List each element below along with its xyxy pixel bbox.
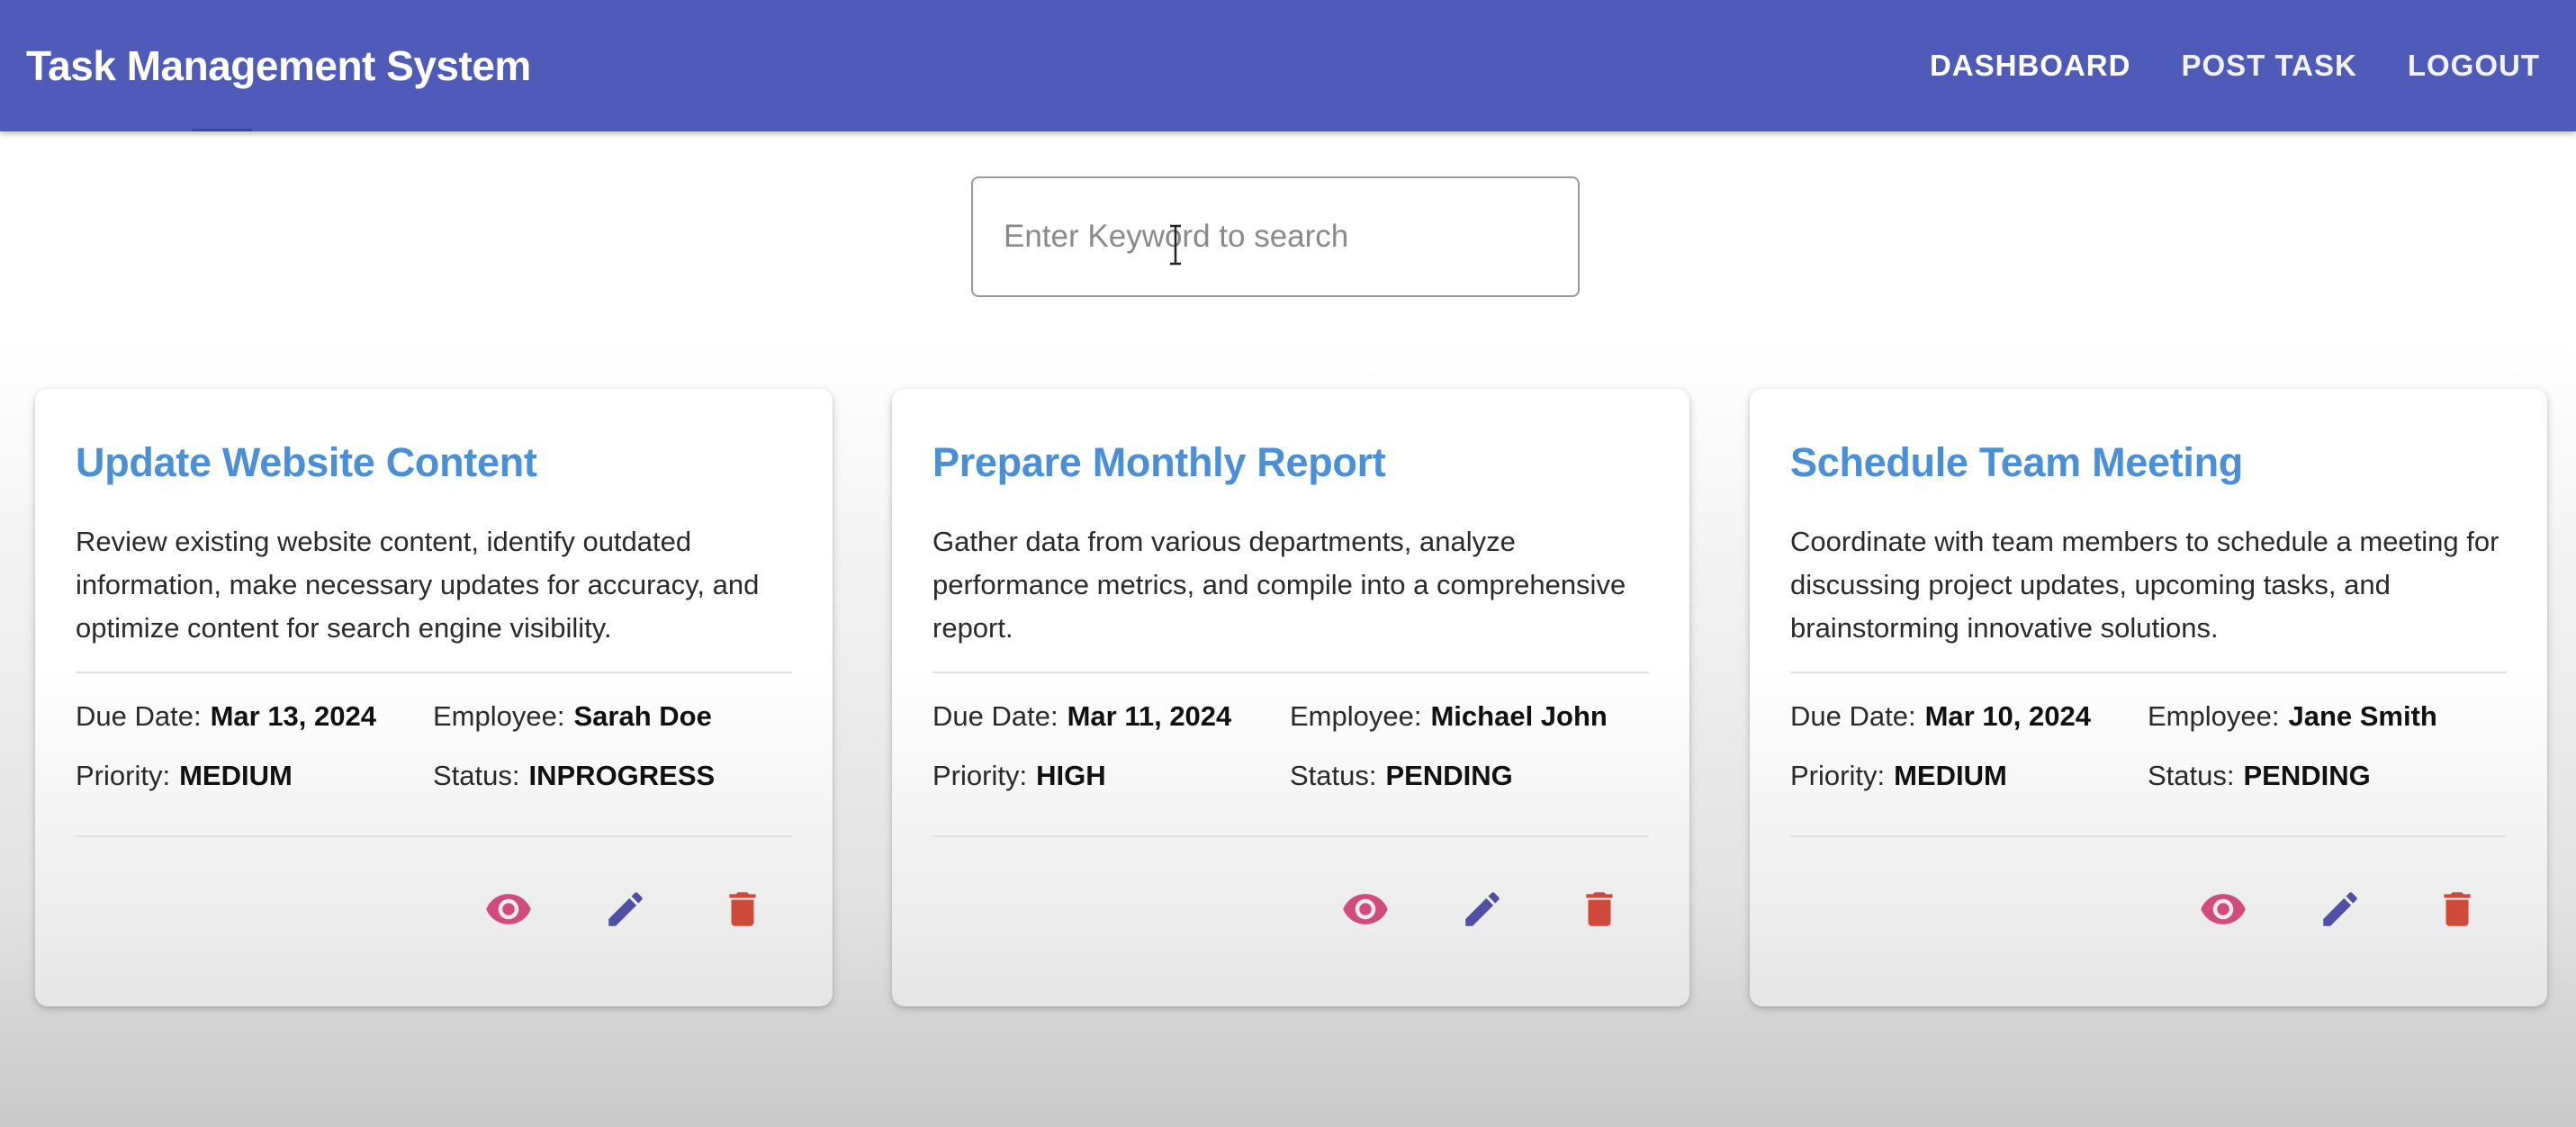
nav-logout[interactable]: LOGOUT [2408, 49, 2540, 83]
priority: Priority: MEDIUM [1790, 760, 2007, 792]
pencil-icon [2323, 892, 2357, 926]
edit-button[interactable] [2313, 882, 2367, 936]
divider [76, 672, 792, 673]
task-description: Review existing website content, identif… [76, 526, 760, 644]
employee-value: Michael John [1430, 700, 1608, 732]
priority: Priority: MEDIUM [76, 760, 293, 792]
task-title: Prepare Monthly Report [932, 439, 1386, 485]
employee-label: Employee: [1290, 700, 1422, 732]
priority: Priority: HIGH [932, 760, 1106, 792]
text-cursor-icon [1170, 224, 1181, 266]
employee-label: Employee: [2148, 700, 2280, 732]
status-value: PENDING [1385, 760, 1513, 791]
priority-label: Priority: [932, 760, 1028, 791]
task-description: Gather data from various departments, an… [932, 526, 1626, 644]
edit-button[interactable] [599, 882, 653, 936]
eye-icon [2201, 894, 2246, 924]
status-label: Status: [433, 760, 520, 791]
task-card: Prepare Monthly Report Gather data from … [892, 389, 1689, 1006]
status: Status: PENDING [2148, 760, 2371, 792]
view-button[interactable] [482, 882, 536, 936]
due-date-value: Mar 11, 2024 [1067, 700, 1232, 732]
delete-button[interactable] [1572, 882, 1626, 936]
divider [76, 835, 792, 837]
status: Status: PENDING [1290, 760, 1513, 792]
status-value: INPROGRESS [528, 760, 716, 791]
status-value: PENDING [2243, 760, 2371, 791]
delete-button[interactable] [2430, 882, 2484, 936]
priority-value: MEDIUM [1894, 760, 2007, 791]
edit-button[interactable] [1455, 882, 1509, 936]
status-label: Status: [2148, 760, 2235, 791]
due-date-value: Mar 13, 2024 [210, 700, 376, 732]
search-field[interactable] [971, 176, 1580, 297]
task-card: Schedule Team Meeting Coordinate with te… [1750, 389, 2547, 1006]
priority-label: Priority: [76, 760, 171, 791]
divider [932, 672, 1649, 673]
search-input[interactable] [973, 178, 1578, 295]
main-nav: DASHBOARD POST TASK LOGOUT [1930, 0, 2540, 131]
employee-value: Sarah Doe [573, 700, 712, 732]
view-button[interactable] [1338, 882, 1392, 936]
priority-label: Priority: [1790, 760, 1886, 791]
divider [1790, 672, 2507, 673]
due-date-label: Due Date: [1790, 700, 1916, 732]
status-label: Status: [1290, 760, 1377, 791]
trash-icon [2444, 892, 2471, 926]
view-button[interactable] [2196, 882, 2250, 936]
trash-icon [1586, 892, 1613, 926]
due-date-label: Due Date: [932, 700, 1058, 732]
pencil-icon [608, 892, 643, 926]
employee-label: Employee: [433, 700, 565, 732]
divider [1790, 835, 2507, 837]
priority-value: HIGH [1036, 760, 1106, 791]
trash-icon [729, 892, 756, 926]
eye-icon [486, 894, 531, 924]
due-date: Due Date: Mar 13, 2024 [76, 700, 376, 733]
task-description: Coordinate with team members to schedule… [1790, 526, 2499, 644]
due-date: Due Date: Mar 10, 2024 [1790, 700, 2091, 733]
nav-dashboard[interactable]: DASHBOARD [1930, 49, 2131, 83]
nav-post-task[interactable]: POST TASK [2181, 49, 2356, 83]
due-date-value: Mar 10, 2024 [1924, 700, 2091, 732]
delete-button[interactable] [716, 882, 770, 936]
status: Status: INPROGRESS [433, 760, 715, 792]
eye-icon [1343, 894, 1388, 924]
employee: Employee: Michael John [1290, 700, 1608, 733]
due-date: Due Date: Mar 11, 2024 [932, 700, 1231, 733]
priority-value: MEDIUM [179, 760, 293, 791]
app-header: Task Management System DASHBOARD POST TA… [0, 0, 2576, 131]
employee: Employee: Jane Smith [2148, 700, 2437, 733]
task-title: Update Website Content [76, 439, 537, 485]
employee-value: Jane Smith [2288, 700, 2437, 732]
header-underline-accent [193, 129, 252, 131]
pencil-icon [1465, 892, 1500, 926]
task-card: Update Website Content Review existing w… [35, 389, 833, 1006]
employee: Employee: Sarah Doe [433, 700, 712, 733]
app-title: Task Management System [26, 42, 531, 89]
task-title: Schedule Team Meeting [1790, 439, 2243, 485]
due-date-label: Due Date: [76, 700, 202, 732]
divider [932, 835, 1649, 837]
